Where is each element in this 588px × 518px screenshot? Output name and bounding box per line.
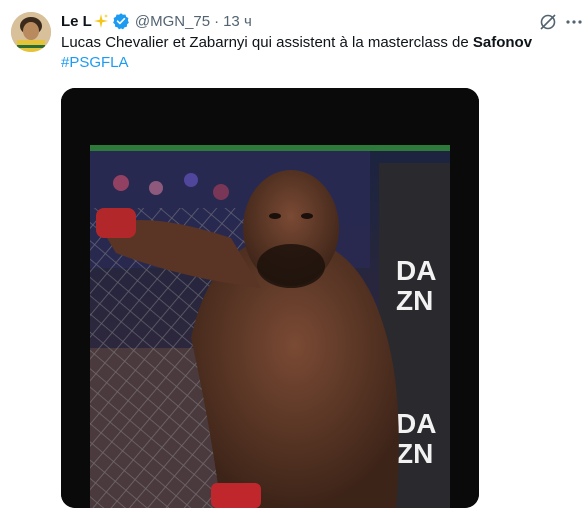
banner-text-1: DA [396, 255, 436, 286]
action-bar [61, 510, 571, 518]
sparkles-icon [93, 13, 109, 29]
avatar[interactable] [11, 12, 51, 52]
timestamp[interactable]: 13 ч [223, 13, 252, 30]
tweet-body: Lucas Chevalier et Zabarnyi qui assisten… [61, 34, 473, 51]
tweet-mention-bold: Safonov [472, 34, 533, 51]
hashtag-link[interactable]: #PSGFLA [61, 53, 571, 73]
banner-text-2: ZN [396, 285, 433, 316]
avatar-image [11, 12, 51, 52]
banner-text-4: ZN [396, 438, 433, 469]
more-options-icon[interactable] [564, 13, 584, 31]
banner-text-3: DA [396, 408, 436, 439]
video-media[interactable]: DA ZN DA ZN [61, 88, 479, 508]
separator-dot: · [214, 12, 220, 30]
grok-icon[interactable] [538, 12, 558, 32]
verified-badge-icon[interactable] [112, 12, 130, 30]
display-name[interactable]: Le L [61, 13, 92, 30]
tweet-text: Lucas Chevalier et Zabarnyi qui assisten… [61, 33, 571, 73]
video-frame: DA ZN DA ZN [61, 88, 479, 508]
handle[interactable]: @MGN_75 [135, 13, 210, 30]
tweet-header: Le L @MGN_75 · 13 ч [61, 10, 576, 32]
